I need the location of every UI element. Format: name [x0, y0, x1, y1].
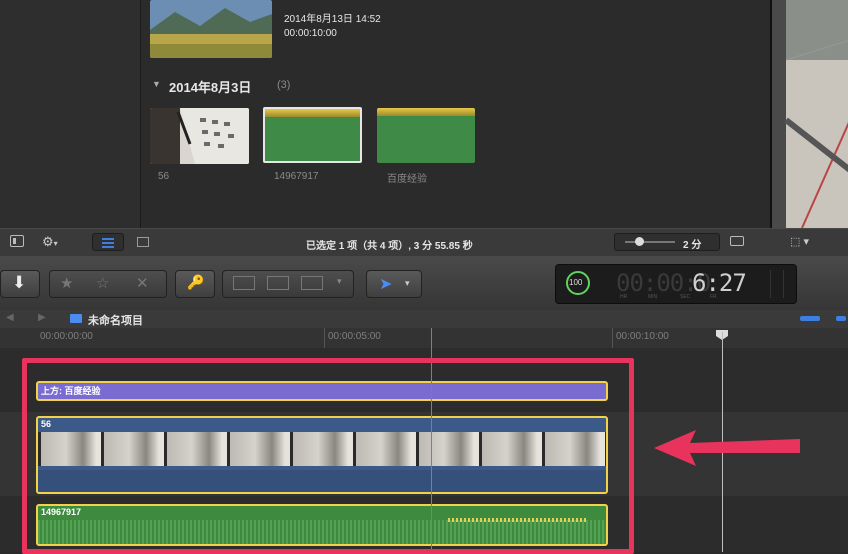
timecode-unit-min: MIN	[648, 294, 658, 300]
chevron-down-icon[interactable]: ▾	[337, 276, 342, 287]
viewer-frame-image	[772, 0, 848, 228]
clip-duration: 00:00:10:00	[284, 28, 337, 39]
list-view-button[interactable]	[92, 233, 124, 251]
ruler-divider	[324, 328, 325, 348]
timeline-area[interactable]: 上方: 百度经验 56 14967917	[0, 328, 848, 554]
timecode-display[interactable]: 100 00:00:0 6:27 HR MIN SEC FR	[555, 264, 797, 304]
library-sidebar	[0, 0, 141, 228]
zoom-slider-knob[interactable]	[635, 237, 644, 246]
main-toolbar: ⬇ ★ ☆ ✕ 🔑 ▾ ➤ ▾ 100 00:00:0 6:27 HR MIN …	[0, 256, 848, 311]
timeline-ruler[interactable]: 00:00:00:00 00:00:05:00 00:00:10:00	[0, 328, 848, 349]
project-name: 未命名项目	[88, 315, 143, 327]
down-arrow-icon: ⬇	[12, 273, 27, 292]
unrated-star-icon[interactable]: ☆	[96, 274, 109, 292]
ruler-tick-5: 00:00:05:00	[328, 331, 381, 342]
clip-name-56: 56	[158, 171, 170, 182]
zoom-label: 2 分	[683, 240, 702, 251]
timecode-unit-fr: FR	[710, 294, 717, 300]
percent-badge-label: 100	[569, 278, 583, 287]
viewer-options-icon[interactable]: ⬚ ▾	[790, 235, 809, 248]
filmstrip-view-icon[interactable]	[137, 237, 149, 247]
clip-name-14967917: 14967917	[274, 171, 319, 182]
edit-mode-buttons[interactable]: ▾	[222, 270, 354, 298]
browser-toolbar: ⚙▾ 已选定 1 项（共 4 项）, 3 分 55.85 秒 2 分 ⬚ ▾	[0, 228, 848, 258]
library-toggle-icon[interactable]	[10, 235, 24, 247]
annotation-arrow-icon	[654, 430, 800, 466]
zoom-slider[interactable]: 2 分	[614, 233, 720, 251]
project-icon	[70, 314, 82, 323]
landscape-thumbnail-image	[150, 0, 272, 58]
ruler-divider	[612, 328, 613, 348]
audio-meter	[770, 270, 784, 298]
clip-thumbnail-56[interactable]	[150, 108, 249, 164]
favorite-star-icon[interactable]: ★	[60, 274, 73, 292]
percent-badge: 100	[566, 271, 590, 295]
selection-status: 已选定 1 项（共 4 项）, 3 分 55.85 秒	[306, 241, 473, 252]
rating-buttons[interactable]: ★ ☆ ✕	[49, 270, 167, 298]
disclosure-triangle-icon[interactable]: ▼	[152, 79, 161, 89]
import-button[interactable]: ⬇	[0, 270, 40, 298]
timeline-header: ◀ ▶ 未命名项目	[0, 310, 848, 329]
event-browser: 2014年8月13日 14:52 00:00:10:00 ▼ 2014年8月3日…	[141, 0, 769, 228]
forward-arrow-icon[interactable]: ▶	[38, 312, 46, 323]
clip-name-baidu: 百度经验	[387, 174, 427, 185]
drawing-thumbnail-image	[150, 108, 249, 164]
zoom-slider-track	[625, 241, 675, 243]
audio-waveform-band	[377, 108, 475, 116]
select-tool-button[interactable]: ➤ ▾	[366, 270, 422, 298]
chevron-down-icon: ▾	[405, 278, 410, 288]
timecode-value: 6:27	[692, 269, 747, 297]
clip-thumbnail-14967917[interactable]	[263, 107, 362, 163]
back-arrow-icon[interactable]: ◀	[6, 312, 14, 323]
ruler-tick-10: 00:00:10:00	[616, 331, 669, 342]
insert-clip-icon[interactable]	[267, 276, 289, 290]
clip-date: 2014年8月13日 14:52	[284, 14, 381, 25]
keyword-button[interactable]: 🔑	[175, 270, 215, 298]
blue-marker-icon[interactable]	[800, 316, 820, 321]
annotation-highlight-box	[22, 358, 634, 554]
reject-x-icon[interactable]: ✕	[136, 274, 149, 292]
key-icon: 🔑	[187, 274, 205, 290]
event-clip-count: (3)	[277, 79, 291, 91]
viewer-panel	[770, 0, 848, 228]
timecode-unit-sec: SEC	[680, 294, 691, 300]
ruler-tick-0: 00:00:00:00	[40, 331, 93, 342]
clip-thumbnail-baidu[interactable]	[377, 108, 475, 163]
clip-thumbnail-top[interactable]	[150, 0, 272, 58]
audio-waveform-band	[265, 109, 360, 117]
timecode-unit-hr: HR	[620, 294, 628, 300]
event-date-heading: 2014年8月3日	[169, 80, 252, 95]
append-clip-icon[interactable]	[301, 276, 323, 290]
clip-appearance-icon[interactable]	[730, 236, 744, 246]
connect-clip-icon[interactable]	[233, 276, 255, 290]
gear-icon[interactable]: ⚙▾	[42, 234, 58, 250]
blue-marker-icon[interactable]	[836, 316, 846, 321]
pointer-arrow-icon: ➤	[379, 276, 393, 293]
